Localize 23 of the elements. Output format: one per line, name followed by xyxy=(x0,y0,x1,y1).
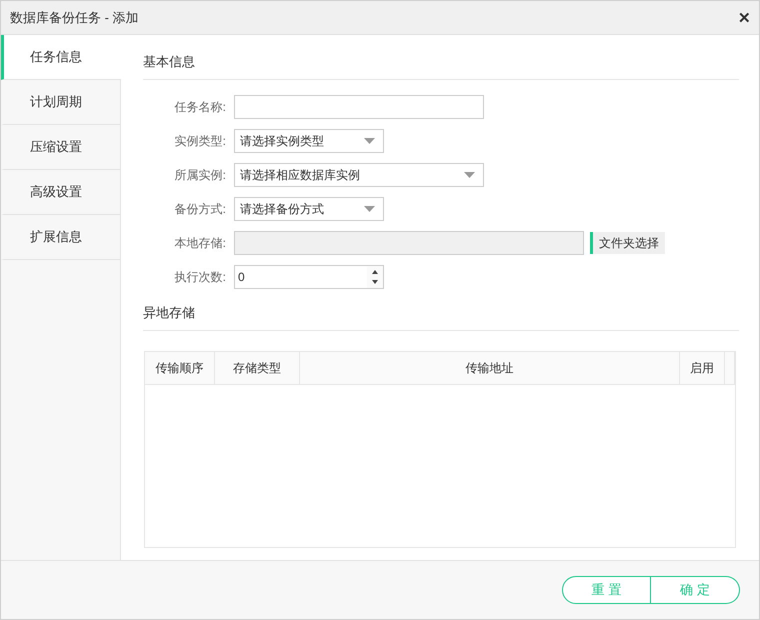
number-field[interactable]: 0 xyxy=(234,265,384,289)
field-label: 实例类型: xyxy=(174,132,227,150)
field-label: 任务名称: xyxy=(174,98,227,116)
dropdown-field[interactable]: 请选择相应数据库实例 xyxy=(234,163,484,187)
column-header: 存储类型 xyxy=(215,352,300,384)
field-label: 所属实例: xyxy=(174,166,227,184)
column-header: 启用 xyxy=(680,352,725,384)
dropdown-caret-icon xyxy=(364,206,375,212)
field-label: 本地存储: xyxy=(174,234,227,252)
section-title: 异地存储 xyxy=(143,298,739,331)
dropdown-field[interactable]: 请选择备份方式 xyxy=(234,197,384,221)
section-title: 基本信息 xyxy=(143,47,739,80)
dropdown-field[interactable]: 请选择实例类型 xyxy=(234,129,384,153)
field-label: 执行次数: xyxy=(174,268,227,286)
column-header: 传输顺序 xyxy=(145,352,215,384)
text-field[interactable] xyxy=(234,95,484,119)
window-title: 数据库备份任务 - 添加 xyxy=(10,8,139,26)
sidebar-tab[interactable]: 任务信息 xyxy=(1,35,121,80)
dropdown-caret-icon xyxy=(364,138,375,144)
column-header: 传输地址 xyxy=(300,352,680,384)
close-button[interactable]: ✕ xyxy=(738,8,751,26)
field-label: 备份方式: xyxy=(174,200,227,218)
dropdown-caret-icon xyxy=(464,172,475,178)
